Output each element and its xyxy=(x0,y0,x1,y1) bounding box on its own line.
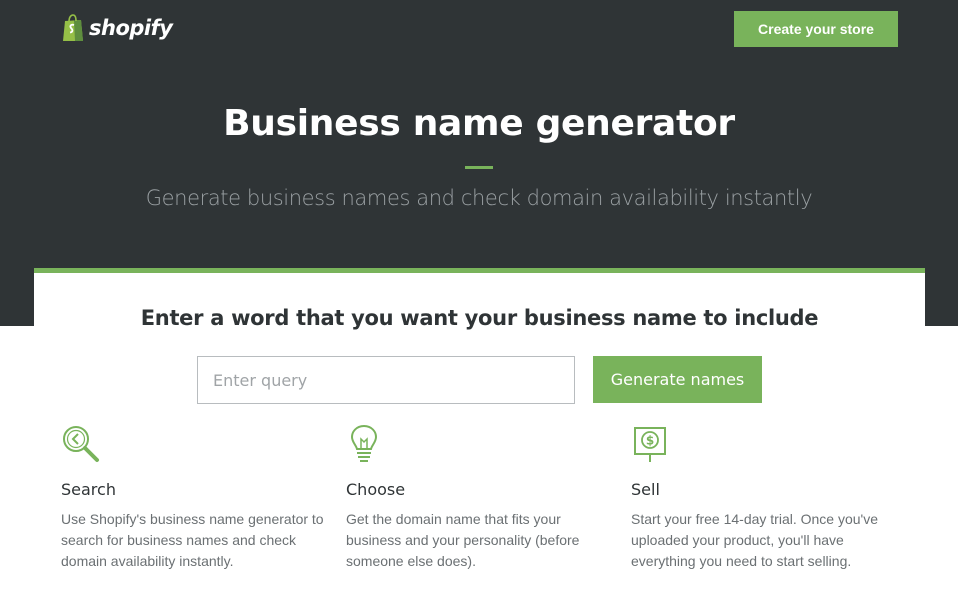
create-store-button[interactable]: Create your store xyxy=(734,11,898,47)
feature-sell: $ Sell Start your free 14-day trial. Onc… xyxy=(631,424,896,569)
query-input[interactable] xyxy=(197,356,575,404)
search-icon xyxy=(63,426,99,462)
svg-text:$: $ xyxy=(646,434,654,448)
generate-names-button[interactable]: Generate names xyxy=(593,356,762,403)
feature-title: Search xyxy=(61,480,116,499)
feature-search: Search Use Shopify's business name gener… xyxy=(61,424,326,569)
shopify-logo[interactable]: shopify xyxy=(61,13,173,43)
feature-description: Start your free 14-day trial. Once you'v… xyxy=(631,511,879,569)
search-card: Enter a word that you want your business… xyxy=(34,268,925,408)
page-subtitle: Generate business names and check domain… xyxy=(145,186,813,210)
shopping-bag-icon xyxy=(63,14,83,41)
feature-description: Use Shopify's business name generator to… xyxy=(61,511,324,569)
search-prompt: Enter a word that you want your business… xyxy=(140,306,819,330)
feature-description: Get the domain name that fits your busin… xyxy=(346,511,580,569)
title-divider xyxy=(465,166,493,169)
feature-choose: Choose Get the domain name that fits you… xyxy=(346,424,611,569)
feature-title: Choose xyxy=(346,480,406,499)
dollar-sign-icon: $ xyxy=(634,427,666,462)
feature-title: Sell xyxy=(631,480,660,499)
lightbulb-icon xyxy=(350,424,378,462)
page-title: Business name generator xyxy=(223,103,735,144)
logo-wordmark: shopify xyxy=(89,16,173,40)
